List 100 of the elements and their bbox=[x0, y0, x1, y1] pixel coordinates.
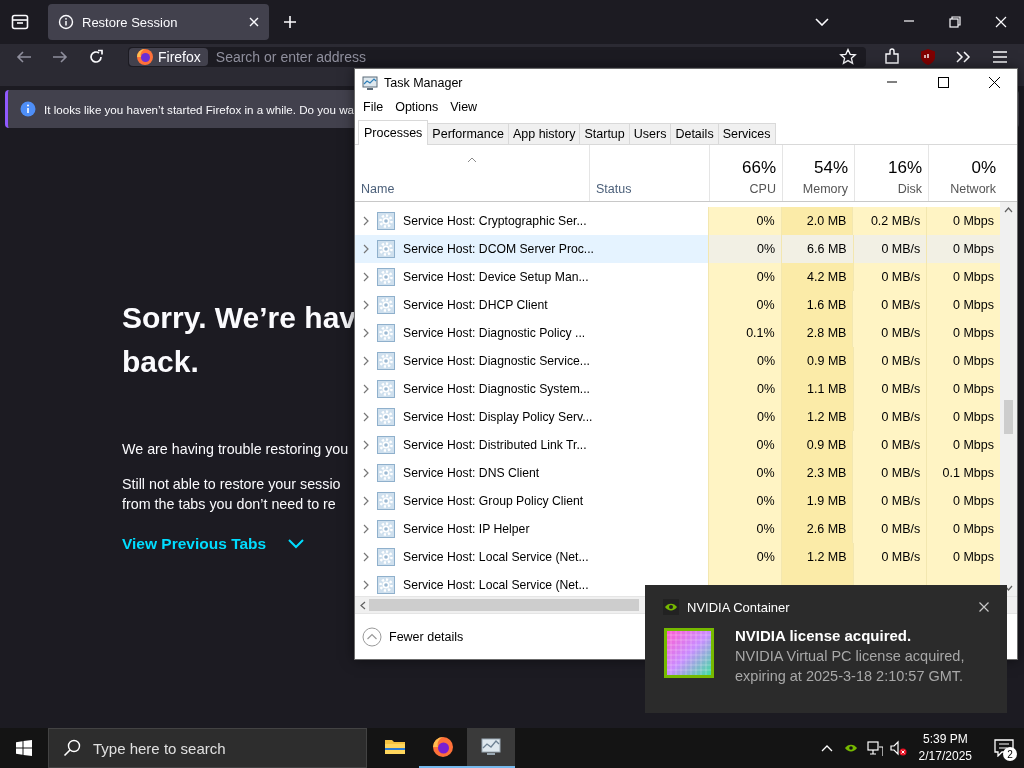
paragraph: Still not able to restore your sessio from the tabs you don’t need to re bbox=[122, 475, 341, 514]
table-cell: 2.3 MB bbox=[780, 459, 853, 487]
table-cell: 0 MB/s bbox=[852, 459, 927, 487]
scroll-thumb[interactable] bbox=[369, 599, 639, 611]
volume-muted-icon[interactable] bbox=[890, 740, 908, 756]
process-row[interactable]: Service Host: Diagnostic Policy ... 0.1% 2.8 MB 0 MB/s 0 Mbps bbox=[355, 319, 1000, 347]
table-cell: 2.0 MB bbox=[780, 207, 853, 235]
tab[interactable]: Startup bbox=[579, 123, 630, 144]
reload-icon[interactable] bbox=[88, 49, 104, 65]
table-cell: 0% bbox=[707, 431, 781, 459]
site-identity-button[interactable]: Firefox bbox=[129, 48, 208, 66]
process-row[interactable]: Service Host: IP Helper 0% 2.6 MB 0 MB/s 0 Mbps bbox=[355, 515, 1000, 543]
expand-chevron-icon[interactable] bbox=[363, 272, 369, 282]
fewer-details-button[interactable]: Fewer details bbox=[362, 626, 464, 647]
menu-item[interactable]: File bbox=[357, 100, 390, 114]
process-row[interactable]: Service Host: Diagnostic Service... 0% 0.9 MB 0 MB/s 0 Mbps bbox=[355, 347, 1000, 375]
table-cell: 0 MB/s bbox=[852, 347, 927, 375]
action-center-icon[interactable] bbox=[994, 739, 1014, 757]
table-cell: 1.2 MB bbox=[781, 403, 853, 431]
shield-icon[interactable] bbox=[919, 48, 937, 66]
menu-icon[interactable] bbox=[991, 48, 1009, 66]
expand-chevron-icon[interactable] bbox=[363, 356, 369, 366]
network-icon[interactable] bbox=[866, 740, 883, 756]
gear-icon bbox=[377, 548, 395, 566]
process-name: Service Host: Diagnostic Policy ... bbox=[403, 326, 586, 340]
tab[interactable]: Users bbox=[628, 123, 672, 144]
expand-chevron-icon[interactable] bbox=[363, 580, 369, 590]
expand-chevron-icon[interactable] bbox=[363, 300, 369, 310]
expand-chevron-icon[interactable] bbox=[363, 552, 369, 562]
column-header[interactable]: Network bbox=[950, 182, 996, 196]
forward-icon[interactable] bbox=[52, 49, 68, 65]
vertical-scrollbar[interactable] bbox=[1000, 202, 1017, 596]
process-row[interactable]: Service Host: Local Service (Net... 0% 1.2 MB 0 MB/s 0 Mbps bbox=[355, 543, 1000, 571]
column-header[interactable]: Name bbox=[361, 182, 583, 196]
maximize-icon[interactable] bbox=[938, 77, 949, 88]
process-row[interactable]: Service Host: DNS Client 0% 2.3 MB 0 MB/s 0.1 Mbps bbox=[355, 459, 1000, 487]
table-cell: 0% bbox=[707, 459, 781, 487]
column-header[interactable]: Disk bbox=[897, 182, 922, 196]
column-header[interactable]: CPU bbox=[749, 182, 776, 196]
windows-logo-icon[interactable] bbox=[16, 740, 32, 756]
table-cell: 0 Mbps bbox=[926, 375, 1000, 403]
scroll-thumb[interactable] bbox=[1004, 400, 1013, 434]
search-field[interactable]: Type here to search bbox=[91, 738, 366, 758]
expand-chevron-icon[interactable] bbox=[363, 328, 369, 338]
process-row[interactable]: Service Host: Device Setup Man... 0% 4.2 MB 0 MB/s 0 Mbps bbox=[355, 263, 1000, 291]
taskbar-app-button[interactable] bbox=[467, 728, 515, 768]
process-name: Service Host: Diagnostic Service... bbox=[403, 354, 590, 368]
table-cell: 0% bbox=[707, 515, 781, 543]
process-row[interactable]: Service Host: Group Policy Client 0% 1.9 MB 0 MB/s 0 Mbps bbox=[355, 487, 1000, 515]
usage-percent: 0% bbox=[971, 158, 996, 178]
address-field[interactable]: Search or enter address bbox=[213, 48, 830, 66]
puzzle-icon[interactable] bbox=[883, 48, 901, 66]
chevron-up-icon[interactable] bbox=[820, 743, 833, 753]
column-header[interactable]: Status bbox=[596, 182, 703, 196]
chevron-down-icon[interactable] bbox=[288, 539, 305, 549]
tab[interactable]: Details bbox=[670, 123, 719, 144]
table-cell: 0 MB/s bbox=[852, 235, 927, 263]
restore-icon[interactable] bbox=[949, 16, 961, 28]
process-row[interactable]: Service Host: Distributed Link Tr... 0% 0.9 MB 0 MB/s 0 Mbps bbox=[355, 431, 1000, 459]
clock-time[interactable]: 5:39 PM bbox=[922, 731, 968, 748]
close-icon[interactable] bbox=[989, 77, 1000, 88]
process-row[interactable]: Service Host: DHCP Client 0% 1.6 MB 0 MB/s 0 Mbps bbox=[355, 291, 1000, 319]
new-tab-icon[interactable] bbox=[283, 15, 297, 29]
table-cell: 0 MB/s bbox=[852, 263, 927, 291]
clock-date[interactable]: 2/17/2025 bbox=[918, 748, 972, 765]
scroll-left-icon[interactable] bbox=[360, 600, 366, 610]
tab[interactable]: Services bbox=[717, 123, 776, 144]
star-icon[interactable] bbox=[839, 48, 857, 66]
view-tabs-link[interactable]: View Previous Tabs bbox=[122, 535, 267, 553]
expand-chevron-icon[interactable] bbox=[363, 216, 369, 226]
scroll-up-icon[interactable] bbox=[1004, 207, 1013, 213]
expand-chevron-icon[interactable] bbox=[363, 440, 369, 450]
process-row[interactable]: Service Host: DCOM Server Proc... 0% 6.6 MB 0 MB/s 0 Mbps bbox=[355, 235, 1000, 263]
process-row[interactable]: Service Host: Cryptographic Ser... 0% 2.0 MB 0.2 MB/s 0 Mbps bbox=[355, 207, 1000, 235]
expand-chevron-icon[interactable] bbox=[363, 496, 369, 506]
expand-chevron-icon[interactable] bbox=[363, 468, 369, 478]
tab[interactable]: App history bbox=[507, 123, 581, 144]
tab[interactable]: Processes bbox=[358, 120, 429, 145]
expand-chevron-icon[interactable] bbox=[363, 412, 369, 422]
tab-view-icon[interactable] bbox=[11, 14, 29, 30]
notification-title: NVIDIA license acquired. bbox=[735, 627, 913, 644]
expand-chevron-icon[interactable] bbox=[363, 524, 369, 534]
address-bar[interactable]: Firefox Search or enter address bbox=[128, 47, 866, 67]
gear-icon bbox=[377, 576, 395, 594]
eye-logo-icon[interactable] bbox=[843, 742, 858, 754]
menu-item[interactable]: View bbox=[444, 100, 484, 114]
expand-chevron-icon[interactable] bbox=[363, 244, 369, 254]
process-name: Service Host: Display Policy Serv... bbox=[403, 410, 593, 424]
expand-chevron-icon[interactable] bbox=[363, 384, 369, 394]
search-bar[interactable]: Type here to search bbox=[48, 728, 367, 768]
tab[interactable]: Performance bbox=[427, 123, 509, 144]
process-row[interactable]: Service Host: Diagnostic System... 0% 1.1 MB 0 MB/s 0 Mbps bbox=[355, 375, 1000, 403]
paragraph: We are having trouble restoring you bbox=[122, 440, 349, 459]
column-header[interactable]: Memory bbox=[802, 182, 848, 196]
menu-item[interactable]: Options bbox=[389, 100, 445, 114]
process-name: Service Host: Distributed Link Tr... bbox=[403, 438, 587, 452]
back-icon[interactable] bbox=[16, 49, 32, 65]
process-row[interactable]: Service Host: Display Policy Serv... 0% 1.2 MB 0 MB/s 0 Mbps bbox=[355, 403, 1000, 431]
browser-tab[interactable]: Restore Session bbox=[48, 4, 269, 40]
gear-icon bbox=[377, 520, 395, 538]
